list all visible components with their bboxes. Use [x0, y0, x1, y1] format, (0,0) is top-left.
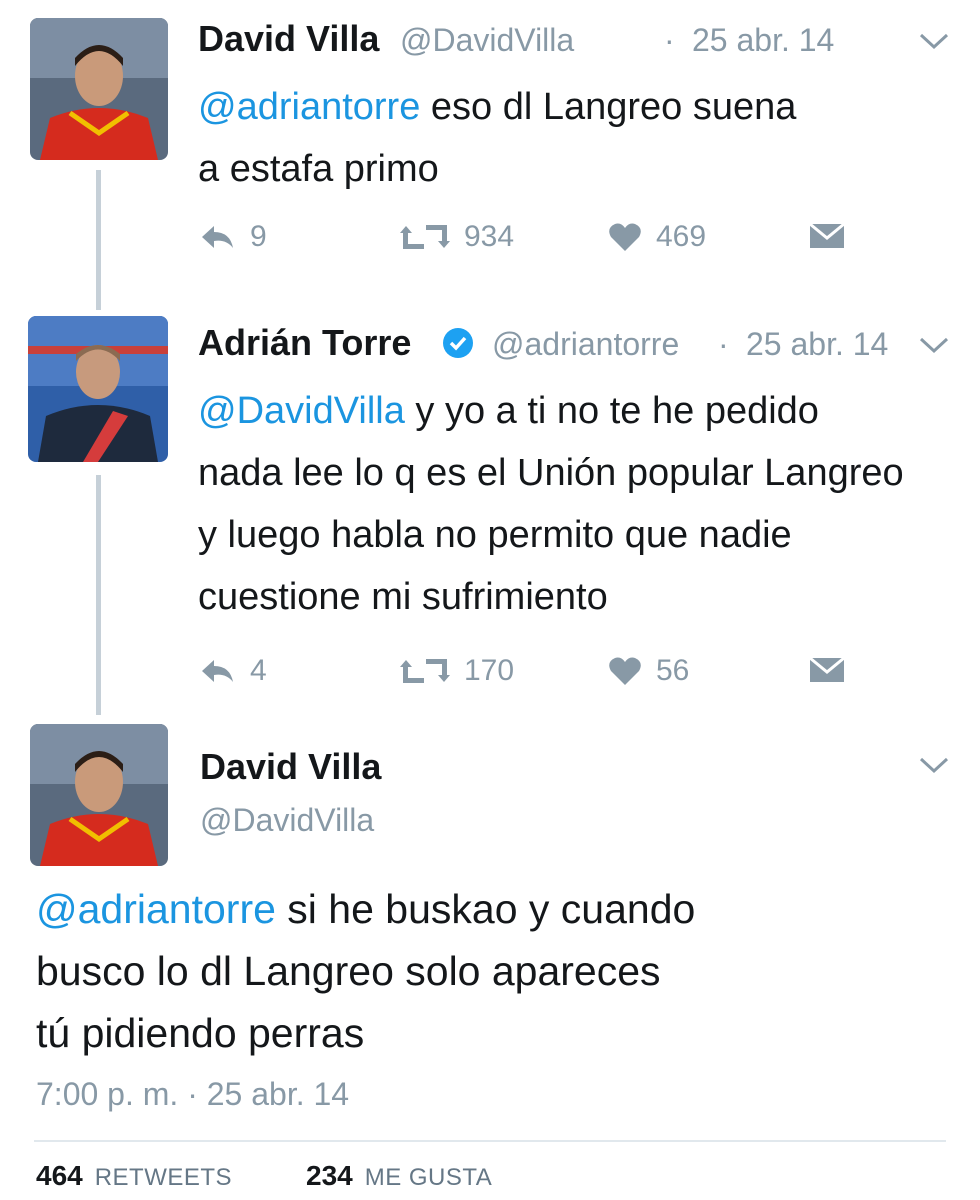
reply-icon	[202, 660, 233, 682]
avatar[interactable]	[30, 724, 168, 866]
author-name[interactable]: David Villa	[198, 18, 379, 60]
tweet-date[interactable]: 25 abr. 14	[692, 22, 834, 59]
reply-icon	[202, 226, 233, 248]
retweet-button[interactable]: 170	[400, 654, 514, 688]
author-handle[interactable]: @DavidVilla	[200, 802, 374, 839]
chevron-down-icon[interactable]	[918, 756, 950, 776]
like-button[interactable]: 56	[608, 654, 689, 688]
dm-button[interactable]	[808, 654, 846, 686]
chevron-down-icon[interactable]	[918, 336, 950, 356]
author-name[interactable]: Adrián Torre	[198, 322, 411, 364]
like-count: 56	[656, 654, 690, 687]
thread-connector	[96, 475, 101, 715]
reply-count: 4	[250, 654, 267, 687]
chevron-down-icon[interactable]	[918, 32, 950, 52]
tweet-text: @DavidVilla y yo a ti no te he pedido na…	[198, 390, 904, 618]
retweets-stat[interactable]: 464 RETWEETS	[36, 1160, 232, 1192]
mention-link[interactable]: @DavidVilla	[198, 390, 405, 432]
retweet-icon	[400, 659, 450, 683]
divider	[34, 1140, 946, 1142]
heart-icon	[609, 657, 641, 685]
mention-link[interactable]: @adriantorre	[198, 86, 420, 128]
tweet-text: @adriantorre si he buskao y cuando busco…	[36, 886, 696, 1056]
author-handle[interactable]: @adriantorre	[492, 326, 679, 363]
reply-button[interactable]: 4	[198, 654, 267, 688]
reply-count: 9	[250, 220, 267, 253]
author-name[interactable]: David Villa	[200, 746, 381, 788]
like-button[interactable]: 469	[608, 220, 706, 254]
retweets-label: RETWEETS	[94, 1164, 233, 1191]
separator-dot: ·	[664, 22, 675, 58]
separator-dot: ·	[718, 326, 729, 362]
thread-connector	[96, 170, 101, 310]
envelope-icon	[809, 656, 845, 682]
retweet-count: 170	[464, 654, 515, 687]
tweet-timestamp[interactable]: 7:00 p. m. · 25 abr. 14	[36, 1076, 349, 1113]
avatar[interactable]	[28, 316, 168, 462]
mention-link[interactable]: @adriantorre	[36, 886, 276, 932]
tweet-date[interactable]: 25 abr. 14	[746, 326, 888, 363]
envelope-icon	[809, 222, 845, 248]
avatar[interactable]	[30, 18, 168, 160]
tweet-text: @adriantorre eso dl Langreo suena a esta…	[198, 86, 797, 190]
retweet-count: 934	[464, 220, 515, 253]
verified-badge-icon	[443, 328, 473, 358]
dm-button[interactable]	[808, 220, 846, 252]
likes-count: 234	[306, 1160, 353, 1191]
reply-button[interactable]: 9	[198, 220, 267, 254]
retweet-button[interactable]: 934	[400, 220, 514, 254]
retweets-count: 464	[36, 1160, 83, 1191]
like-count: 469	[656, 220, 707, 253]
retweet-icon	[400, 225, 450, 249]
likes-stat[interactable]: 234 ME GUSTA	[306, 1160, 492, 1192]
likes-label: ME GUSTA	[364, 1164, 493, 1191]
author-handle[interactable]: @DavidVilla	[400, 22, 574, 59]
heart-icon	[609, 223, 641, 251]
